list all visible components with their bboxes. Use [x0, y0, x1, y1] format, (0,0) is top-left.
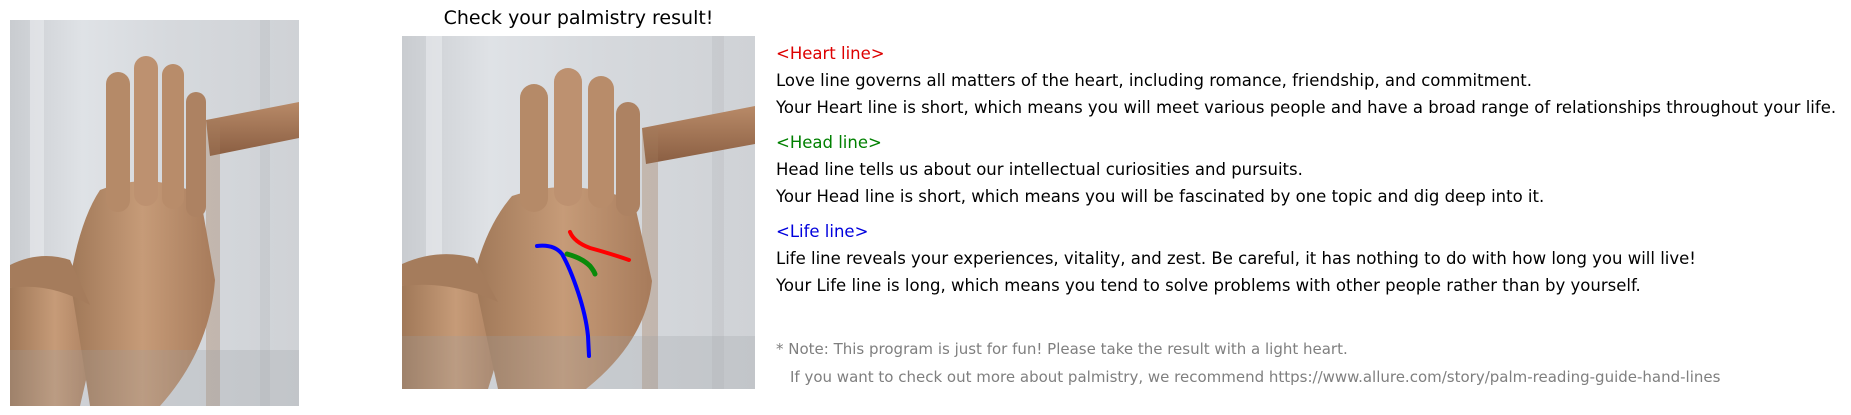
head-line-section: <Head line> Head line tells us about our… [776, 129, 1846, 210]
heart-line-section: <Heart line> Love line governs all matte… [776, 40, 1846, 121]
result-palm-illustration [402, 36, 755, 389]
heart-line-description: Love line governs all matters of the hea… [776, 71, 1532, 90]
life-line-heading: <Life line> [776, 222, 869, 241]
palm-photo-illustration [10, 20, 299, 406]
head-line-heading: <Head line> [776, 133, 882, 152]
original-palm-photo [10, 20, 299, 406]
life-line-description: Life line reveals your experiences, vita… [776, 249, 1696, 268]
fun-note: * Note: This program is just for fun! Pl… [776, 340, 1348, 358]
result-title: Check your palmistry result! [443, 7, 714, 29]
reference-note: If you want to check out more about palm… [790, 368, 1721, 386]
life-line-result: Your Life line is long, which means you … [776, 276, 1641, 295]
head-line-result: Your Head line is short, which means you… [776, 187, 1545, 206]
result-palm-photo [402, 36, 755, 389]
heart-line-result: Your Heart line is short, which means yo… [776, 98, 1837, 117]
heart-line-heading: <Heart line> [776, 44, 885, 63]
head-line-description: Head line tells us about our intellectua… [776, 160, 1303, 179]
life-line-section: <Life line> Life line reveals your exper… [776, 218, 1846, 299]
palmistry-result-text: <Heart line> Love line governs all matte… [776, 40, 1846, 307]
disclaimer-notes: * Note: This program is just for fun! Pl… [776, 335, 1846, 391]
